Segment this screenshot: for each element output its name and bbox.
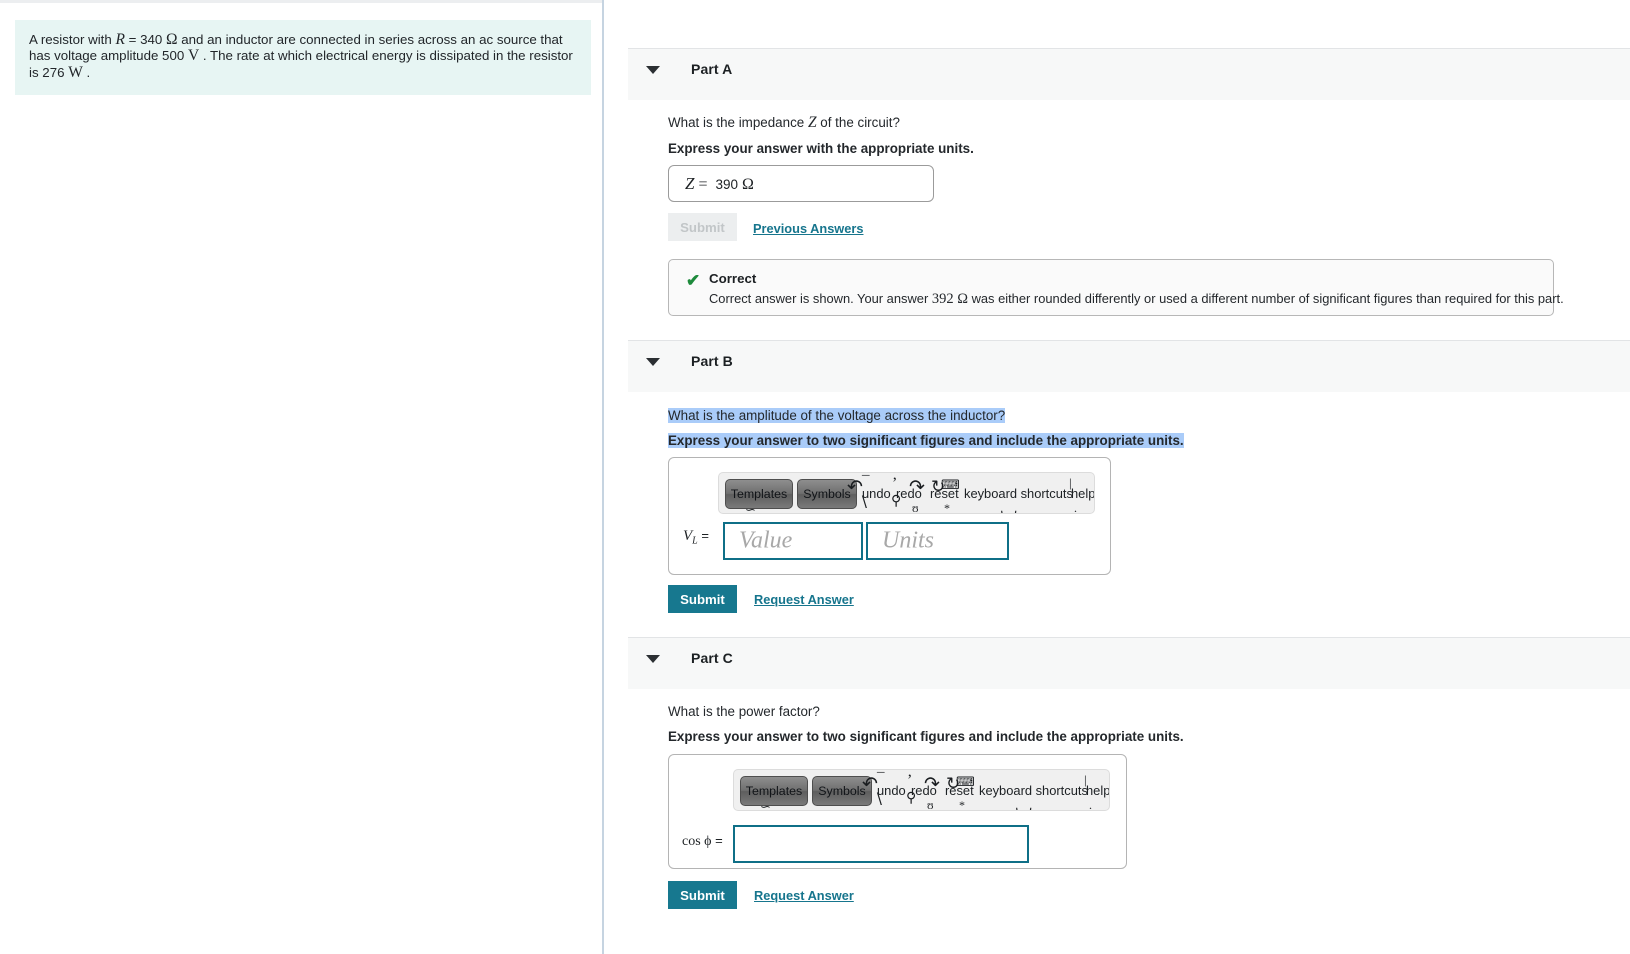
problem-statement-text: A resistor with R = 340 Ω and an inducto… [29,31,573,81]
answer-value-a: Z = 390 Ω [685,173,754,193]
answer-display-a[interactable]: Z = 390 Ω [668,165,934,202]
feedback-body-a: Correct answer is shown. Your answer 392… [709,291,1564,307]
submit-button-c[interactable]: Submit [668,881,737,909]
part-header-c[interactable]: Part C [628,637,1630,689]
part-header-a[interactable]: Part A [628,48,1630,100]
previous-answers-link[interactable]: Previous Answers [753,221,863,236]
volt-unit: V [187,47,200,65]
ohm-unit: Ω [165,31,178,48]
help-label-b[interactable]: help [1071,486,1094,501]
redo-label-c[interactable]: redo [911,783,937,798]
ghost-glyph-question: ʊ [912,501,919,514]
question-text-a: What is the impedance Z of the circuit? [668,114,900,131]
watt-unit: W [68,63,83,81]
answer-pane: Part A What is the impedance Z of the ci… [605,0,1630,954]
instruction-text-b: Express your answer to two significant f… [668,433,1184,448]
math-toolbar-c: π ∽ ∖ ⚲ ʊ * ¯ ′ ’ ◡ | . Templates Symbol… [733,769,1110,811]
check-icon: ✔ [686,271,701,290]
request-answer-link-b[interactable]: Request Answer [754,592,854,607]
undo-label-c[interactable]: undo [877,783,906,798]
units-placeholder-b: Units [882,527,935,554]
help-label-c[interactable]: help [1086,783,1109,798]
symbols-button-c[interactable]: Symbols [812,776,872,806]
pane-divider[interactable] [602,0,604,954]
units-input-b[interactable]: Units [866,522,1009,560]
instruction-text-c: Express your answer to two significant f… [668,729,1184,744]
resistance-symbol: R [115,31,125,48]
templates-button-b[interactable]: Templates [725,479,793,509]
instruction-text-a: Express your answer with the appropriate… [668,141,974,156]
request-answer-link-c[interactable]: Request Answer [754,888,854,903]
math-input-widget-c: π ∽ ∖ ⚲ ʊ * ¯ ′ ’ ◡ | . Templates Symbol… [668,754,1127,869]
answer-input-c[interactable] [733,825,1029,863]
keyboard-shortcuts-label-b[interactable]: keyboard shortcuts [964,486,1073,501]
ghost-glyph-star: * [944,501,950,514]
ghost-glyph-question: ʊ [927,798,934,811]
part-title-b: Part B [691,353,733,369]
impedance-symbol: Z [807,114,817,131]
symbols-button-b[interactable]: Symbols [797,479,857,509]
chevron-down-icon[interactable] [646,358,660,366]
redo-label-b[interactable]: redo [896,486,922,501]
part-title-a: Part A [691,61,733,77]
question-text-c: What is the power factor? [668,704,820,719]
undo-label-b[interactable]: undo [862,486,891,501]
feedback-box-a: ✔ Correct Correct answer is shown. Your … [668,259,1564,316]
variable-label-c: cos ϕ = [682,833,723,849]
question-text-b: What is the amplitude of the voltage acr… [668,408,1006,423]
problem-statement-card: A resistor with R = 340 Ω and an inducto… [15,20,591,96]
page-root: A resistor with R = 340 Ω and an inducto… [0,0,1630,954]
submit-button-a[interactable]: Submit [668,213,737,241]
ghost-glyph-dot: . [1074,501,1077,514]
templates-button-c[interactable]: Templates [740,776,808,806]
ghost-glyph-dot: . [1089,798,1092,811]
part-header-b[interactable]: Part B [628,340,1630,392]
math-toolbar-b: π ∽ ∖ ⚲ ʊ * ¯ ′ ’ ◡ | . Templates Symbol… [718,472,1095,514]
chevron-down-icon[interactable] [646,66,660,74]
chevron-down-icon[interactable] [646,655,660,663]
math-input-widget-b: π ∽ ∖ ⚲ ʊ * ¯ ′ ’ ◡ | . Templates Symbol… [668,457,1111,575]
feedback-title-a: Correct [709,271,757,286]
part-title-c: Part C [691,650,733,666]
submit-button-b[interactable]: Submit [668,585,737,613]
problem-pane: A resistor with R = 340 Ω and an inducto… [0,0,603,954]
reset-label-b[interactable]: reset [930,486,959,501]
variable-label-b: VL = [683,528,709,547]
value-placeholder-b: Value [739,527,793,554]
value-input-b[interactable]: Value [723,522,863,560]
ghost-glyph-star: * [959,798,965,811]
keyboard-shortcuts-label-c[interactable]: keyboard shortcuts [979,783,1088,798]
reset-label-c[interactable]: reset [945,783,974,798]
